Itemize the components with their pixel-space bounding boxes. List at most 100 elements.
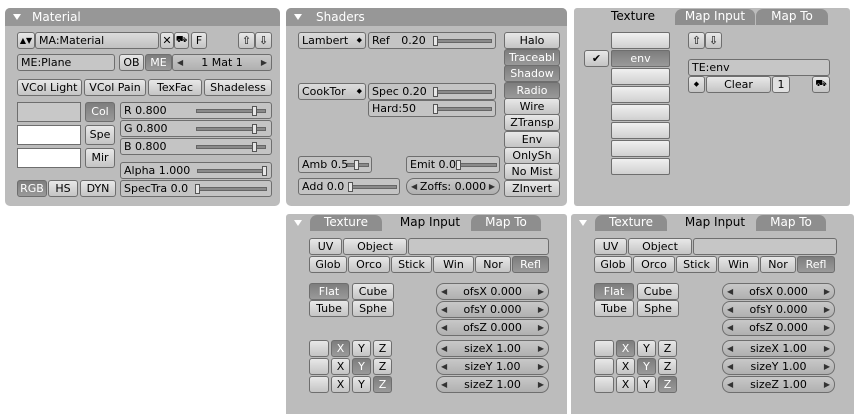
arrow-right-icon[interactable]: ▶ xyxy=(824,320,830,335)
ofsy-field[interactable]: ◀ ofsY 0.000 ▶ xyxy=(722,301,835,318)
arrow-right-icon[interactable]: ▶ xyxy=(538,341,544,356)
arrow-left-icon[interactable]: ◀ xyxy=(441,359,447,374)
tab-texture[interactable]: Texture xyxy=(294,215,382,231)
texture-slot-2[interactable]: env xyxy=(611,50,670,67)
slider-knob[interactable] xyxy=(252,106,257,116)
axis-map-y-x[interactable]: X xyxy=(331,358,350,375)
orco-button[interactable]: Orco xyxy=(348,256,390,273)
arrow-left-icon[interactable]: ◀ xyxy=(727,377,733,392)
texture-slot-6[interactable] xyxy=(611,122,670,139)
wire-toggle[interactable]: Wire xyxy=(504,98,560,115)
clear-texture-button[interactable]: Clear xyxy=(706,76,771,93)
arrow-left-icon[interactable]: ◀ xyxy=(441,377,447,392)
collapse-triangle-icon[interactable] xyxy=(294,220,302,226)
collapse-triangle-icon[interactable] xyxy=(294,14,302,20)
axis-map-y-none[interactable] xyxy=(594,358,614,375)
spe-button[interactable]: Spe xyxy=(85,125,115,145)
slider-knob[interactable] xyxy=(348,182,353,192)
arrow-right-icon[interactable]: ▶ xyxy=(824,359,830,374)
collapse-triangle-icon[interactable] xyxy=(579,220,587,226)
texture-slot-8[interactable] xyxy=(611,158,670,175)
vcol-paint-button[interactable]: VCol Pain xyxy=(84,79,146,96)
arrow-left-icon[interactable]: ◀ xyxy=(441,284,447,299)
axis-map-z-y[interactable]: Y xyxy=(637,376,656,393)
paste-texture-icon[interactable]: ⇩ xyxy=(705,32,722,49)
refl-button[interactable]: Refl xyxy=(512,256,549,273)
axis-map-x-none[interactable] xyxy=(594,340,614,357)
arrow-right-icon[interactable]: ▶ xyxy=(824,341,830,356)
texture-slot-7[interactable] xyxy=(611,140,670,157)
arrow-left-icon[interactable]: ◀ xyxy=(727,320,733,335)
axis-map-z-z[interactable]: Z xyxy=(658,376,677,393)
copy-material-icon[interactable]: ⇧ xyxy=(238,32,255,49)
axis-map-y-z[interactable]: Z xyxy=(373,358,392,375)
arrow-right-icon[interactable]: ▶ xyxy=(538,359,544,374)
tab-map-to[interactable]: Map To xyxy=(756,9,828,25)
win-button[interactable]: Win xyxy=(718,256,759,273)
orco-button[interactable]: Orco xyxy=(633,256,675,273)
arrow-right-icon[interactable]: ▶ xyxy=(538,320,544,335)
ref-slider[interactable]: Ref 0.20 xyxy=(368,32,496,49)
axis-map-z-x[interactable]: X xyxy=(616,376,635,393)
vcol-light-button[interactable]: VCol Light xyxy=(17,79,82,96)
shaders-panel-header[interactable]: Shaders xyxy=(286,8,567,26)
mir-button[interactable]: Mir xyxy=(85,148,115,168)
axis-map-z-z[interactable]: Z xyxy=(373,376,392,393)
tube-button[interactable]: Tube xyxy=(309,300,349,317)
texture-slot-3[interactable] xyxy=(611,68,670,85)
axis-map-x-x[interactable]: X xyxy=(331,340,350,357)
unlink-material-button[interactable]: ✕ xyxy=(160,32,174,49)
arrow-left-icon[interactable]: ◀ xyxy=(441,341,447,356)
object-button[interactable]: Object xyxy=(343,238,407,255)
zinvert-toggle[interactable]: ZInvert xyxy=(504,180,560,197)
slider-knob[interactable] xyxy=(252,124,257,134)
ofsy-field[interactable]: ◀ ofsY 0.000 ▶ xyxy=(436,301,549,318)
spectra-slider[interactable]: SpecTra 0.0 xyxy=(120,180,272,197)
traceable-toggle[interactable]: Traceabl xyxy=(504,49,560,66)
object-name-field[interactable] xyxy=(693,238,837,255)
sizey-field[interactable]: ◀ sizeY 1.00 ▶ xyxy=(436,358,549,375)
slider-knob[interactable] xyxy=(252,142,257,152)
ofsx-field[interactable]: ◀ ofsX 0.000 ▶ xyxy=(436,283,549,300)
tab-texture[interactable]: Texture xyxy=(598,9,668,25)
paste-material-icon[interactable]: ⇩ xyxy=(255,32,272,49)
object-button[interactable]: Object xyxy=(628,238,692,255)
specular-swatch[interactable] xyxy=(17,125,81,145)
shadow-toggle[interactable]: Shadow xyxy=(504,65,560,82)
hs-mode-button[interactable]: HS xyxy=(48,180,78,197)
slider-knob[interactable] xyxy=(195,184,200,194)
axis-map-x-x[interactable]: X xyxy=(616,340,635,357)
material-name-field[interactable]: MA:Material xyxy=(35,32,159,49)
slider-knob[interactable] xyxy=(433,104,438,114)
axis-map-y-y[interactable]: Y xyxy=(352,358,371,375)
tab-map-input[interactable]: Map Input xyxy=(390,215,470,231)
win-button[interactable]: Win xyxy=(433,256,474,273)
sizey-field[interactable]: ◀ sizeY 1.00 ▶ xyxy=(722,358,835,375)
arrow-right-icon[interactable]: ▶ xyxy=(824,302,830,317)
texture-browse-button[interactable]: ◆ xyxy=(688,76,705,93)
green-slider[interactable]: G 0.800 xyxy=(120,120,272,137)
sizez-field[interactable]: ◀ sizeZ 1.00 ▶ xyxy=(436,376,549,393)
tube-button[interactable]: Tube xyxy=(594,300,634,317)
axis-map-y-z[interactable]: Z xyxy=(658,358,677,375)
me-link-button[interactable]: ME xyxy=(145,54,172,71)
mesh-name-field[interactable]: ME:Plane xyxy=(17,54,115,71)
axis-map-y-none[interactable] xyxy=(309,358,329,375)
emit-slider[interactable]: Emit 0.0 xyxy=(406,156,500,173)
slider-knob[interactable] xyxy=(262,166,267,176)
arrow-right-icon[interactable]: ▶ xyxy=(824,284,830,299)
axis-map-x-z[interactable]: Z xyxy=(658,340,677,357)
texture-enabled-checkbox[interactable]: ✔ xyxy=(584,50,609,67)
ztransp-toggle[interactable]: ZTransp xyxy=(504,114,560,131)
fake-user-button[interactable]: F xyxy=(191,32,207,49)
uv-button[interactable]: UV xyxy=(309,238,342,255)
arrow-left-icon[interactable]: ◀ xyxy=(727,341,733,356)
axis-map-x-y[interactable]: Y xyxy=(637,340,656,357)
slider-knob[interactable] xyxy=(456,160,461,170)
sizez-field[interactable]: ◀ sizeZ 1.00 ▶ xyxy=(722,376,835,393)
arrow-left-icon[interactable]: ◀ xyxy=(441,320,447,335)
stick-button[interactable]: Stick xyxy=(391,256,432,273)
blue-slider[interactable]: B 0.800 xyxy=(120,138,272,155)
cube-button[interactable]: Cube xyxy=(352,283,394,300)
ofsz-field[interactable]: ◀ ofsZ 0.000 ▶ xyxy=(722,319,835,336)
